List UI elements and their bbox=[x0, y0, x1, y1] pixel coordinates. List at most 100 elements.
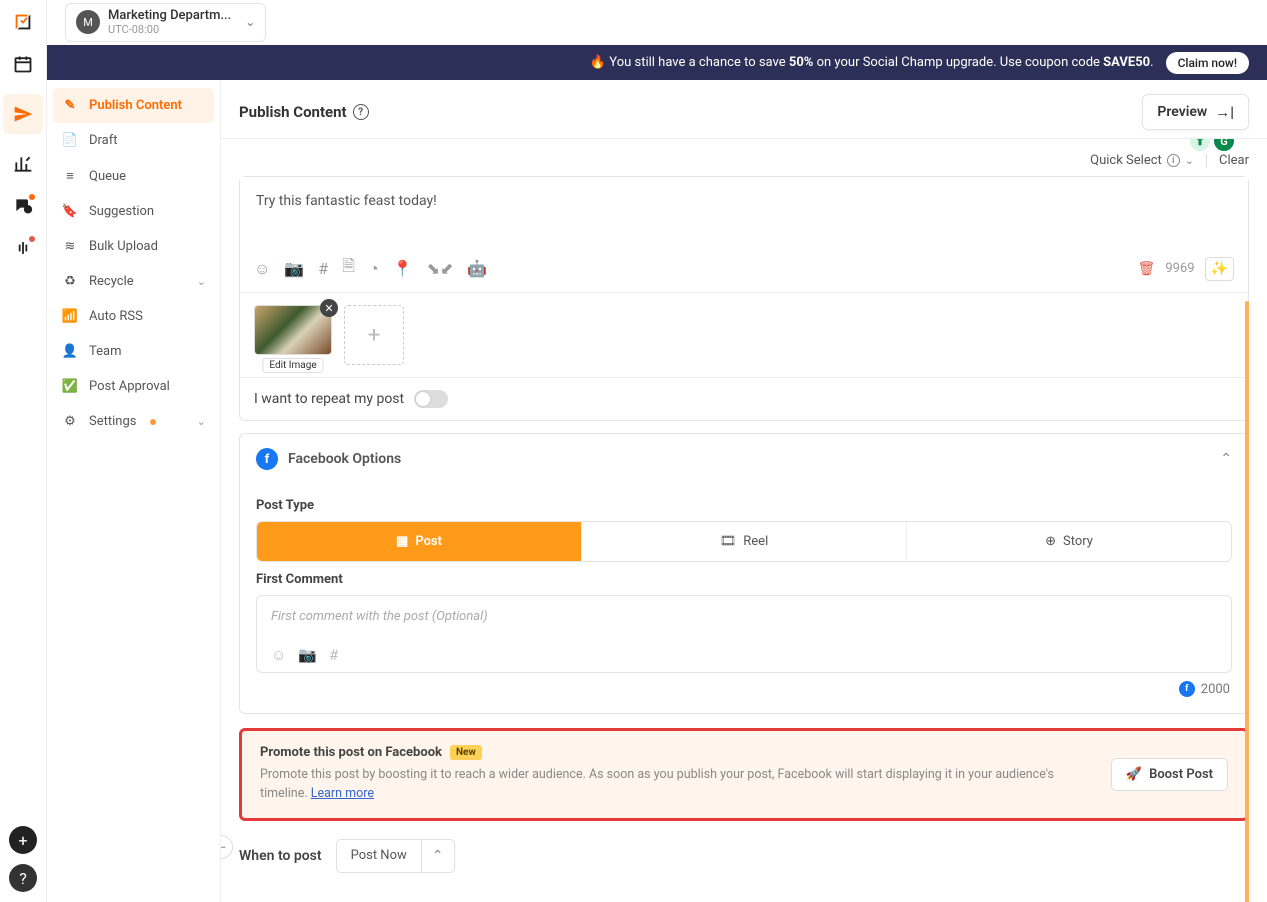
notification-dot bbox=[150, 419, 156, 425]
sidebar-item-recycle[interactable]: ♻ Recycle ⌄ bbox=[47, 264, 220, 299]
sidebar-item-draft[interactable]: 📄 Draft bbox=[47, 123, 220, 158]
repeat-post-label: I want to repeat my post bbox=[254, 391, 404, 407]
banner-text: 🔥 You still have a chance to save 50% on… bbox=[590, 55, 1154, 70]
calendar-icon[interactable] bbox=[11, 52, 35, 76]
template-icon[interactable]: 🗎 bbox=[342, 255, 355, 282]
sidebar-item-team[interactable]: 👤 Team bbox=[47, 334, 220, 369]
engage-icon[interactable] bbox=[11, 194, 35, 218]
hashtag-icon[interactable]: # bbox=[329, 646, 338, 664]
rss-icon: 📶 bbox=[61, 309, 79, 324]
repeat-post-toggle[interactable] bbox=[414, 390, 448, 408]
chevron-up-icon: ⌃ bbox=[1220, 451, 1232, 467]
camera-icon[interactable]: 📷 bbox=[284, 259, 304, 278]
post-type-story[interactable]: ⊕ Story bbox=[907, 522, 1231, 561]
post-type-selector: ▦ Post 🎞 Reel ⊕ Story bbox=[256, 521, 1232, 562]
info-icon: i bbox=[1167, 154, 1180, 167]
when-to-post-value: Post Now bbox=[337, 840, 421, 871]
promo-banner: 🔥 You still have a chance to save 50% on… bbox=[47, 45, 1267, 80]
publish-icon[interactable] bbox=[3, 94, 43, 134]
char-counter: 9969 bbox=[1165, 261, 1194, 276]
magic-wand-icon[interactable]: ✨ bbox=[1205, 257, 1234, 281]
sidebar-item-queue[interactable]: ≡ Queue bbox=[47, 158, 220, 194]
new-badge: New bbox=[450, 745, 482, 760]
bookmark-icon: 🔖 bbox=[61, 204, 79, 219]
emoji-icon[interactable]: ☺ bbox=[271, 646, 286, 664]
icon-rail: + ? bbox=[0, 0, 47, 902]
help-icon[interactable]: ? bbox=[353, 104, 369, 120]
hashtag-icon[interactable]: # bbox=[318, 259, 328, 278]
trash-icon[interactable]: 🗑 bbox=[1138, 261, 1156, 277]
chevron-up-icon[interactable]: ⌃ bbox=[421, 840, 454, 872]
sidebar-item-post-approval[interactable]: ✅ Post Approval bbox=[47, 369, 220, 404]
sidebar-item-label: Settings bbox=[89, 414, 136, 429]
edit-image-button[interactable]: Edit Image bbox=[262, 358, 323, 373]
app-logo bbox=[11, 10, 35, 34]
facebook-options-title: Facebook Options bbox=[288, 451, 401, 467]
workspace-timezone: UTC-08:00 bbox=[108, 24, 231, 36]
sidebar: ✎ Publish Content 📄 Draft ≡ Queue 🔖 Sugg… bbox=[47, 80, 221, 902]
quick-select-label: Quick Select bbox=[1090, 153, 1162, 168]
composer-textarea[interactable] bbox=[240, 177, 1248, 249]
integration-icon[interactable]: ⬊⬋ bbox=[427, 259, 454, 278]
grammarly-upgrade-badge[interactable]: ⬆ bbox=[1190, 139, 1210, 151]
emoji-icon[interactable]: ☺ bbox=[254, 259, 270, 279]
facebook-options-card: f Facebook Options ⌃ Post Type ▦ Post bbox=[239, 433, 1249, 714]
sidebar-item-label: Bulk Upload bbox=[89, 239, 158, 254]
approval-icon: ✅ bbox=[61, 379, 79, 394]
collapse-sidebar-handle[interactable]: ⇤ bbox=[221, 835, 233, 859]
grammarly-badge[interactable]: G bbox=[1214, 139, 1234, 151]
boost-post-label: Boost Post bbox=[1149, 767, 1213, 782]
workspace-name: Marketing Departm... bbox=[108, 9, 231, 23]
post-type-label-text: Post bbox=[415, 534, 442, 549]
sidebar-item-bulk-upload[interactable]: ≋ Bulk Upload bbox=[47, 229, 220, 264]
list-icon: ≡ bbox=[61, 168, 79, 184]
sidebar-item-label: Queue bbox=[89, 169, 126, 184]
story-icon: ⊕ bbox=[1045, 534, 1056, 549]
facebook-mini-icon: f bbox=[1179, 681, 1195, 697]
pencil-icon: ✎ bbox=[61, 98, 79, 113]
quick-select[interactable]: Quick Select i ⌄ bbox=[1090, 153, 1194, 168]
sidebar-item-label: Draft bbox=[89, 133, 118, 148]
sidebar-item-publish-content[interactable]: ✎ Publish Content bbox=[53, 88, 214, 123]
sidebar-item-label: Team bbox=[89, 344, 122, 359]
location-icon[interactable]: 📍 bbox=[393, 259, 413, 278]
rocket-icon: 🚀 bbox=[1126, 767, 1142, 782]
remove-image-icon[interactable]: ✕ bbox=[320, 299, 338, 317]
sidebar-item-suggestion[interactable]: 🔖 Suggestion bbox=[47, 194, 220, 229]
boost-post-button[interactable]: 🚀 Boost Post bbox=[1111, 758, 1228, 791]
when-to-post-label: When to post bbox=[239, 848, 322, 864]
reel-icon: 🎞 bbox=[720, 534, 737, 549]
help-button[interactable]: ? bbox=[9, 864, 37, 892]
preview-button[interactable]: Preview →| bbox=[1142, 94, 1249, 130]
post-type-label-text: Story bbox=[1063, 534, 1093, 549]
preview-label: Preview bbox=[1157, 104, 1207, 120]
sidebar-item-auto-rss[interactable]: 📶 Auto RSS bbox=[47, 299, 220, 334]
clock-icon[interactable]: ◔ bbox=[369, 259, 379, 279]
when-to-post-row: When to post Post Now ⌃ bbox=[239, 839, 1249, 873]
facebook-options-header[interactable]: f Facebook Options ⌃ bbox=[240, 434, 1248, 484]
add-media-button[interactable]: + bbox=[344, 305, 404, 365]
promote-post-card: Promote this post on Facebook New Promot… bbox=[239, 728, 1249, 821]
first-comment-input[interactable] bbox=[271, 609, 1217, 624]
learn-more-link[interactable]: Learn more bbox=[311, 786, 374, 801]
claim-button[interactable]: Claim now! bbox=[1166, 52, 1249, 74]
clear-button[interactable]: Clear bbox=[1219, 153, 1249, 168]
workspace-selector[interactable]: M Marketing Departm... UTC-08:00 ⌄ bbox=[65, 3, 266, 41]
page-title: Publish Content bbox=[239, 103, 347, 121]
post-type-post[interactable]: ▦ Post bbox=[257, 522, 582, 561]
add-button[interactable]: + bbox=[9, 826, 37, 854]
scroll-indicator bbox=[1245, 301, 1249, 902]
media-thumbnail: ✕ Edit Image bbox=[254, 305, 332, 365]
camera-icon[interactable]: 📷 bbox=[298, 646, 317, 664]
post-type-reel[interactable]: 🎞 Reel bbox=[582, 522, 907, 561]
analytics-icon[interactable] bbox=[11, 152, 35, 176]
when-to-post-select[interactable]: Post Now ⌃ bbox=[336, 839, 455, 873]
chevron-down-icon: ⌄ bbox=[245, 15, 255, 29]
team-icon: 👤 bbox=[61, 344, 79, 359]
sidebar-item-label: Post Approval bbox=[89, 379, 170, 394]
ai-icon[interactable]: 🤖 bbox=[467, 259, 487, 278]
composer-card: ⬆ G ☺ 📷 # 🗎 ◔ 📍 ⬊⬋ 🤖 bbox=[239, 176, 1249, 421]
separator bbox=[1206, 154, 1207, 168]
sidebar-item-settings[interactable]: ⚙ Settings ⌄ bbox=[47, 404, 220, 439]
listening-icon[interactable] bbox=[11, 236, 35, 260]
